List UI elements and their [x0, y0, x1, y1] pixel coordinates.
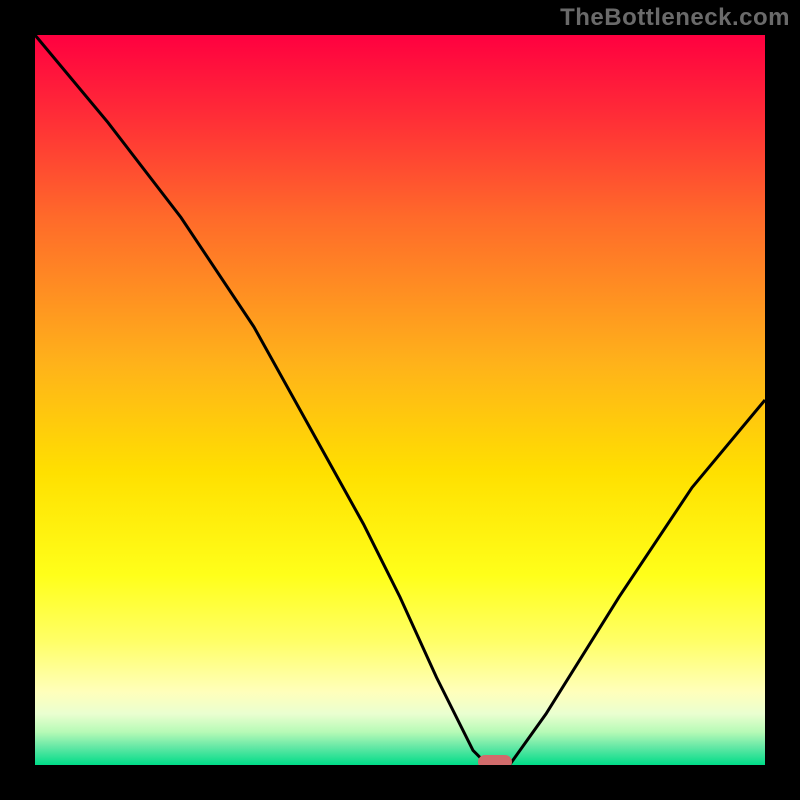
plot-area	[35, 35, 765, 765]
optimal-marker	[478, 755, 512, 765]
chart-container: TheBottleneck.com	[0, 0, 800, 800]
watermark-text: TheBottleneck.com	[560, 4, 790, 32]
chart-svg	[35, 35, 765, 765]
gradient-background	[35, 35, 765, 765]
